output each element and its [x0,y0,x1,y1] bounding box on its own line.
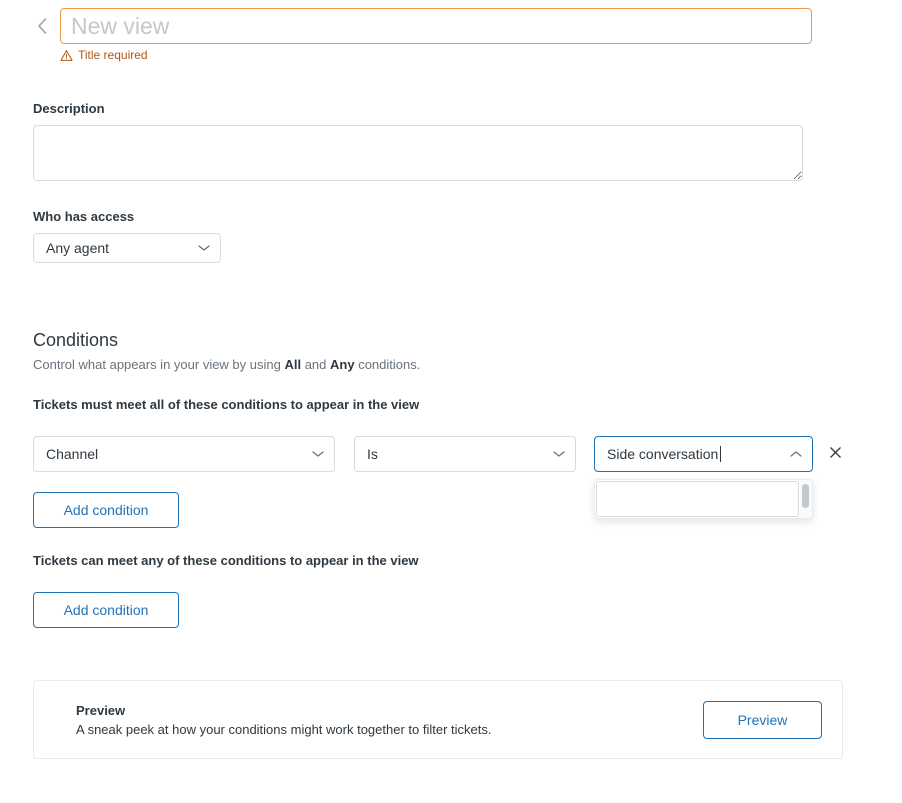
add-condition-any-button[interactable]: Add condition [33,592,179,628]
preview-text-block: Preview A sneak peek at how your conditi… [76,703,492,737]
access-select[interactable]: Any agent [33,233,221,263]
conditions-title: Conditions [33,330,119,350]
view-title-input[interactable] [60,8,812,44]
conditions-subtitle-all: All [284,357,302,372]
title-error-text: Title required [78,48,148,62]
condition-operator-select[interactable]: Is [354,436,576,472]
chevron-down-icon [198,244,210,252]
dropdown-scrollbar[interactable] [800,480,812,518]
title-error-message: Title required [60,48,148,62]
access-select-value: Any agent [46,240,110,256]
warning-triangle-icon [60,49,73,62]
dropdown-scrollbar-thumb[interactable] [802,484,809,508]
condition-row: Channel Is Side conversation [33,436,845,472]
preview-description: A sneak peek at how your conditions migh… [76,721,492,737]
remove-condition-button[interactable] [825,444,845,464]
back-button[interactable] [28,8,56,44]
chevron-down-icon [312,450,324,458]
condition-operator-value: Is [367,446,378,462]
preview-button[interactable]: Preview [703,700,822,739]
preview-card: Preview A sneak peek at how your conditi… [33,680,843,759]
access-label: Who has access [33,209,135,224]
any-conditions-heading: Tickets can meet any of these conditions… [33,553,419,568]
preview-title: Preview [76,702,126,718]
conditions-subtitle-mid: and [301,357,331,372]
description-textarea[interactable] [33,125,803,181]
condition-value-option-list[interactable] [596,481,799,517]
condition-value-combobox[interactable]: Side conversation [594,436,813,472]
add-condition-all-button[interactable]: Add condition [33,492,179,528]
conditions-subtitle: Control what appears in your view by usi… [33,357,420,372]
conditions-subtitle-prefix: Control what appears in your view by usi… [33,357,285,372]
view-editor-page: Title required Description Who has acces… [0,0,902,803]
conditions-subtitle-any: Any [330,357,355,372]
close-icon [829,446,842,462]
chevron-down-icon [553,450,565,458]
condition-value-text: Side conversation [607,446,722,462]
conditions-subtitle-suffix: conditions. [354,357,421,372]
condition-value-dropdown[interactable] [594,479,813,519]
title-row [0,8,812,44]
condition-field-value: Channel [46,446,99,462]
all-conditions-heading: Tickets must meet all of these condition… [33,397,420,412]
description-label: Description [33,101,105,116]
condition-field-select[interactable]: Channel [33,436,335,472]
chevron-up-icon [790,450,802,458]
chevron-left-icon [36,17,48,35]
